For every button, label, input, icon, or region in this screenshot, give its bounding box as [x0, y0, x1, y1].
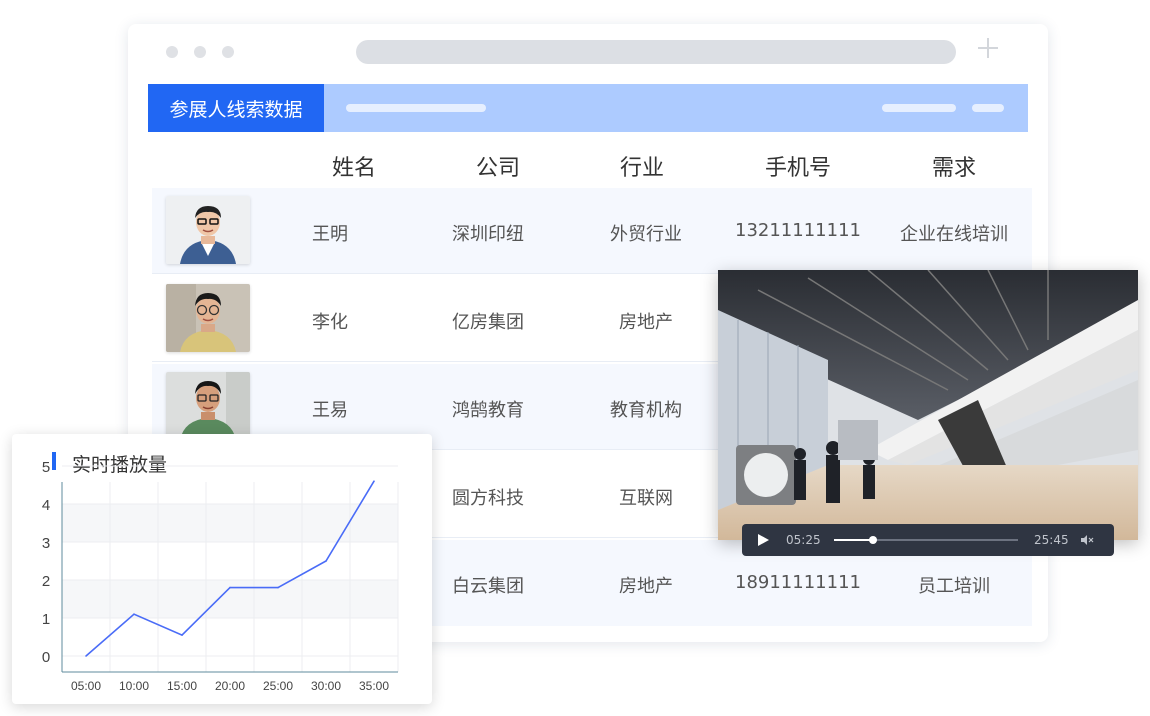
- cell-phone: 18911111111: [735, 572, 861, 593]
- cell-phone: 13211111111: [735, 220, 861, 241]
- exhibition-hall-image: [718, 270, 1138, 540]
- data-point: [373, 480, 375, 482]
- cell-name: 王明: [312, 224, 348, 245]
- cell-name: 李化: [312, 312, 348, 333]
- x-tick-label: 10:00: [119, 679, 149, 693]
- cell-company: 圆方科技: [452, 488, 524, 509]
- grid-band: [62, 580, 398, 618]
- header-placeholder-bar: [882, 104, 956, 112]
- x-tick-label: 20:00: [215, 679, 245, 693]
- avatar: [166, 372, 250, 440]
- x-tick-label: 35:00: [359, 679, 389, 693]
- header-placeholder-bar: [972, 104, 1004, 112]
- table-row[interactable]: 王明 深圳印纽 外贸行业 13211111111 企业在线培训: [152, 188, 1032, 274]
- data-point: [277, 586, 279, 589]
- cell-company: 鸿鹄教育: [452, 400, 524, 421]
- cell-industry: 房地产: [619, 576, 673, 597]
- cell-company: 亿房集团: [452, 312, 524, 333]
- address-bar[interactable]: [356, 40, 956, 64]
- panel-title[interactable]: 参展人线索数据: [148, 84, 324, 132]
- column-header-industry: 行业: [619, 156, 664, 181]
- cell-industry: 外贸行业: [610, 224, 682, 245]
- cell-name: 王易: [312, 400, 348, 421]
- column-header-name: 姓名: [331, 156, 376, 181]
- progress-handle[interactable]: [868, 536, 877, 544]
- cell-industry: 房地产: [619, 312, 673, 333]
- duration: 25:45: [1034, 533, 1069, 547]
- cell-company: 白云集团: [452, 576, 524, 597]
- y-tick-label: 5: [42, 459, 50, 476]
- progress-track[interactable]: [834, 536, 1018, 544]
- play-icon[interactable]: [758, 534, 769, 546]
- data-point: [229, 586, 231, 589]
- line-chart: 0 1 2 3 4 5 05:00 10:00 15:00 20:00 25:00 30:00 35:0…: [42, 459, 399, 693]
- data-point: [85, 655, 87, 657]
- window-dot-1[interactable]: [166, 46, 178, 58]
- y-tick-label: 2: [42, 573, 50, 590]
- window-dot-3[interactable]: [222, 46, 234, 58]
- current-time: 05:25: [786, 533, 821, 547]
- volume-icon[interactable]: [1080, 534, 1094, 546]
- grid-band: [62, 504, 398, 542]
- avatar: [166, 196, 250, 264]
- cell-need: 企业在线培训: [900, 224, 1008, 245]
- chart-card: 实时播放量 0 1 2 3 4 5 05:00 10:00 15:00 20:00 25:00 30:…: [12, 434, 432, 704]
- cell-need: 员工培训: [918, 576, 990, 597]
- y-tick-label: 0: [42, 649, 50, 666]
- column-header-need: 需求: [931, 156, 976, 181]
- data-point: [325, 560, 327, 562]
- y-tick-label: 1: [42, 611, 50, 628]
- data-point: [133, 613, 135, 615]
- y-tick-label: 4: [42, 497, 50, 514]
- video-controls: 05:25 25:45: [742, 524, 1114, 556]
- progress-fill: [834, 539, 873, 541]
- header-placeholder-bar: [346, 104, 486, 112]
- cell-industry: 教育机构: [610, 400, 682, 421]
- y-tick-label: 3: [42, 535, 50, 552]
- column-header-phone: 手机号: [764, 156, 831, 181]
- panel-header: 参展人线索数据: [148, 84, 1028, 132]
- column-header-company: 公司: [475, 156, 520, 181]
- avatar: [166, 284, 250, 352]
- new-tab-icon[interactable]: [976, 36, 1000, 60]
- cell-company: 深圳印纽: [452, 224, 524, 245]
- x-tick-label: 15:00: [167, 679, 197, 693]
- x-tick-label: 30:00: [311, 679, 341, 693]
- video-frame[interactable]: [718, 270, 1138, 540]
- x-tick-label: 25:00: [263, 679, 293, 693]
- window-dot-2[interactable]: [194, 46, 206, 58]
- table-header: 姓名 公司 行业 手机号 需求: [148, 144, 1028, 184]
- cell-industry: 互联网: [619, 488, 673, 509]
- data-point: [181, 634, 183, 636]
- x-tick-label: 05:00: [71, 679, 101, 693]
